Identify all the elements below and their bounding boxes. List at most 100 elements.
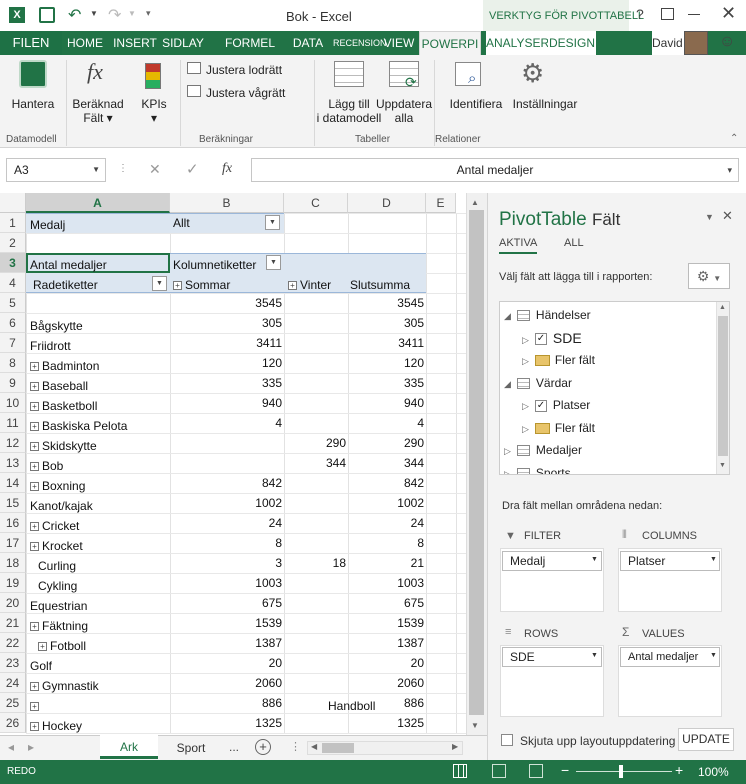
row-header-9[interactable]: 9 <box>0 373 26 393</box>
field-list-scroll-up-icon[interactable]: ▲ <box>719 304 726 311</box>
pivot-value-total[interactable]: 1539 <box>346 613 424 633</box>
pivot-value-vinter[interactable]: 290 <box>268 433 346 453</box>
tab-view[interactable]: VIEW <box>383 31 415 55</box>
field-list-thumb[interactable] <box>718 316 728 456</box>
pivot-value-vinter[interactable] <box>268 533 346 553</box>
cancel-entry-icon[interactable]: ✕ <box>149 161 161 178</box>
expand-row-icon[interactable]: + <box>30 702 39 712</box>
row-header-3[interactable]: 3 <box>0 253 26 273</box>
expand-row-icon[interactable]: + <box>30 382 39 392</box>
normal-view-icon[interactable] <box>453 764 467 778</box>
confirm-entry-icon[interactable]: ✓ <box>186 160 199 178</box>
expand-row-icon[interactable]: + <box>30 402 39 412</box>
expand-row-icon[interactable]: + <box>30 362 39 372</box>
page-layout-view-icon[interactable] <box>492 764 506 778</box>
scroll-down-icon[interactable]: ▼ <box>471 721 479 730</box>
pivot-value-vinter[interactable] <box>268 413 346 433</box>
columns-field-dropdown-icon[interactable]: ▼ <box>710 556 717 563</box>
pivot-value-total[interactable]: 8 <box>346 533 424 553</box>
pivot-value-vinter[interactable] <box>268 393 346 413</box>
tab-home[interactable]: HOME <box>64 31 106 55</box>
avatar[interactable] <box>684 31 708 55</box>
row-header-14[interactable]: 14 <box>0 473 26 493</box>
sheet-prev-icon[interactable]: ◂ <box>8 740 14 754</box>
expand-arrow-icon[interactable]: ▷ <box>522 424 529 434</box>
redo-icon[interactable]: ↷ <box>108 5 121 25</box>
field-tree-item[interactable]: ▷ Fler fält <box>522 351 595 369</box>
pivot-value-total[interactable]: 290 <box>346 433 424 453</box>
row-header-2[interactable]: 2 <box>0 233 26 253</box>
pivot-value-vinter[interactable]: 18 <box>268 553 346 573</box>
zoom-level[interactable]: 100% <box>698 765 729 779</box>
row-header-8[interactable]: 8 <box>0 353 26 373</box>
zoom-slider[interactable] <box>576 771 672 772</box>
pivot-value-total[interactable]: 3411 <box>346 333 424 353</box>
column-header-b[interactable]: B <box>170 193 284 213</box>
column-header-a[interactable]: A <box>26 193 170 213</box>
filter-field-medalj[interactable]: Medalj <box>502 551 602 571</box>
save-icon[interactable] <box>39 7 55 23</box>
tab-insert[interactable]: INSERT <box>110 31 160 55</box>
pivot-value-total[interactable]: 3545 <box>346 293 424 313</box>
row-header-6[interactable]: 6 <box>0 313 26 333</box>
detect-button[interactable]: Identifiera <box>448 97 504 111</box>
values-field-dropdown-icon[interactable]: ▼ <box>710 652 717 659</box>
pivot-value-vinter[interactable] <box>268 593 346 613</box>
hscroll-right-icon[interactable]: ▶ <box>452 742 458 751</box>
refresh-all-button[interactable]: Uppdatera alla <box>374 97 434 125</box>
select-all-corner[interactable] <box>0 193 26 213</box>
user-name[interactable]: David <box>652 31 684 55</box>
pivot-value-vinter[interactable] <box>268 493 346 513</box>
rows-field-sde[interactable]: SDE <box>502 647 602 667</box>
expand-formula-icon[interactable]: ▾ <box>727 159 732 181</box>
column-labels-dropdown-icon[interactable]: ▼ <box>266 255 281 270</box>
pivot-filter-dropdown-icon[interactable]: ▼ <box>265 215 280 230</box>
formula-input[interactable]: Antal medaljer ▾ <box>251 158 739 182</box>
pane-options-icon[interactable]: ▼ <box>705 212 714 222</box>
undo-dropdown-icon[interactable]: ▼ <box>90 9 98 18</box>
row-header-24[interactable]: 24 <box>0 673 26 693</box>
sheet-tab-sport[interactable]: Sport <box>166 736 216 760</box>
name-box[interactable]: A3 ▼ <box>6 158 106 182</box>
align-vertical-button[interactable]: Justera lodrätt <box>206 63 282 77</box>
redo-dropdown-icon[interactable]: ▼ <box>128 9 136 18</box>
expand-arrow-icon[interactable]: ▷ <box>522 401 529 411</box>
pivot-value-total[interactable]: 675 <box>346 593 424 613</box>
undo-icon[interactable]: ↶ <box>68 5 81 25</box>
row-header-20[interactable]: 20 <box>0 593 26 613</box>
expand-row-icon[interactable]: + <box>30 542 39 552</box>
pane-tab-all[interactable]: ALL <box>564 237 584 249</box>
pivot-value-vinter[interactable] <box>268 373 346 393</box>
tab-split-dots[interactable]: ⋮ <box>290 740 301 753</box>
filter-field-dropdown-icon[interactable]: ▼ <box>591 556 598 563</box>
values-field-antal-medaljer[interactable]: Antal medaljer <box>620 647 720 667</box>
pivot-value-vinter[interactable] <box>268 633 346 653</box>
column-header-e[interactable]: E <box>426 193 456 213</box>
expand-arrow-icon[interactable]: ▷ <box>522 335 529 345</box>
collapse-arrow-icon[interactable]: ◢ <box>504 311 511 321</box>
tab-design[interactable]: DESIGN <box>548 31 596 55</box>
expand-sommar-icon[interactable]: + <box>173 281 182 291</box>
pivot-value-vinter[interactable] <box>268 653 346 673</box>
pivot-value-total[interactable]: 1387 <box>346 633 424 653</box>
row-header-18[interactable]: 18 <box>0 553 26 573</box>
pane-tab-active[interactable]: AKTIVA <box>499 237 538 254</box>
pivot-value-vinter[interactable] <box>268 513 346 533</box>
pane-close-icon[interactable]: ✕ <box>722 208 733 224</box>
kpis-button[interactable]: KPIs ▾ <box>134 97 174 125</box>
field-tree-item[interactable]: ▷ ✓ SDE <box>522 329 582 347</box>
row-header-25[interactable]: 25 <box>0 693 26 713</box>
expand-row-icon[interactable]: + <box>30 442 39 452</box>
close-window-icon[interactable]: ✕ <box>721 3 736 24</box>
field-tree-item[interactable]: ▷ Sports <box>504 464 571 474</box>
expand-row-icon[interactable]: + <box>30 482 39 492</box>
expand-row-icon[interactable]: + <box>30 682 39 692</box>
defer-update-checkbox[interactable] <box>501 734 513 746</box>
collapse-arrow-icon[interactable]: ◢ <box>504 379 511 389</box>
row-header-26[interactable]: 26 <box>0 713 26 733</box>
row-header-19[interactable]: 19 <box>0 573 26 593</box>
sheet-next-icon[interactable]: ▸ <box>28 740 34 754</box>
row-header-7[interactable]: 7 <box>0 333 26 353</box>
tab-file[interactable]: FILEN <box>0 31 62 55</box>
row-header-11[interactable]: 11 <box>0 413 26 433</box>
